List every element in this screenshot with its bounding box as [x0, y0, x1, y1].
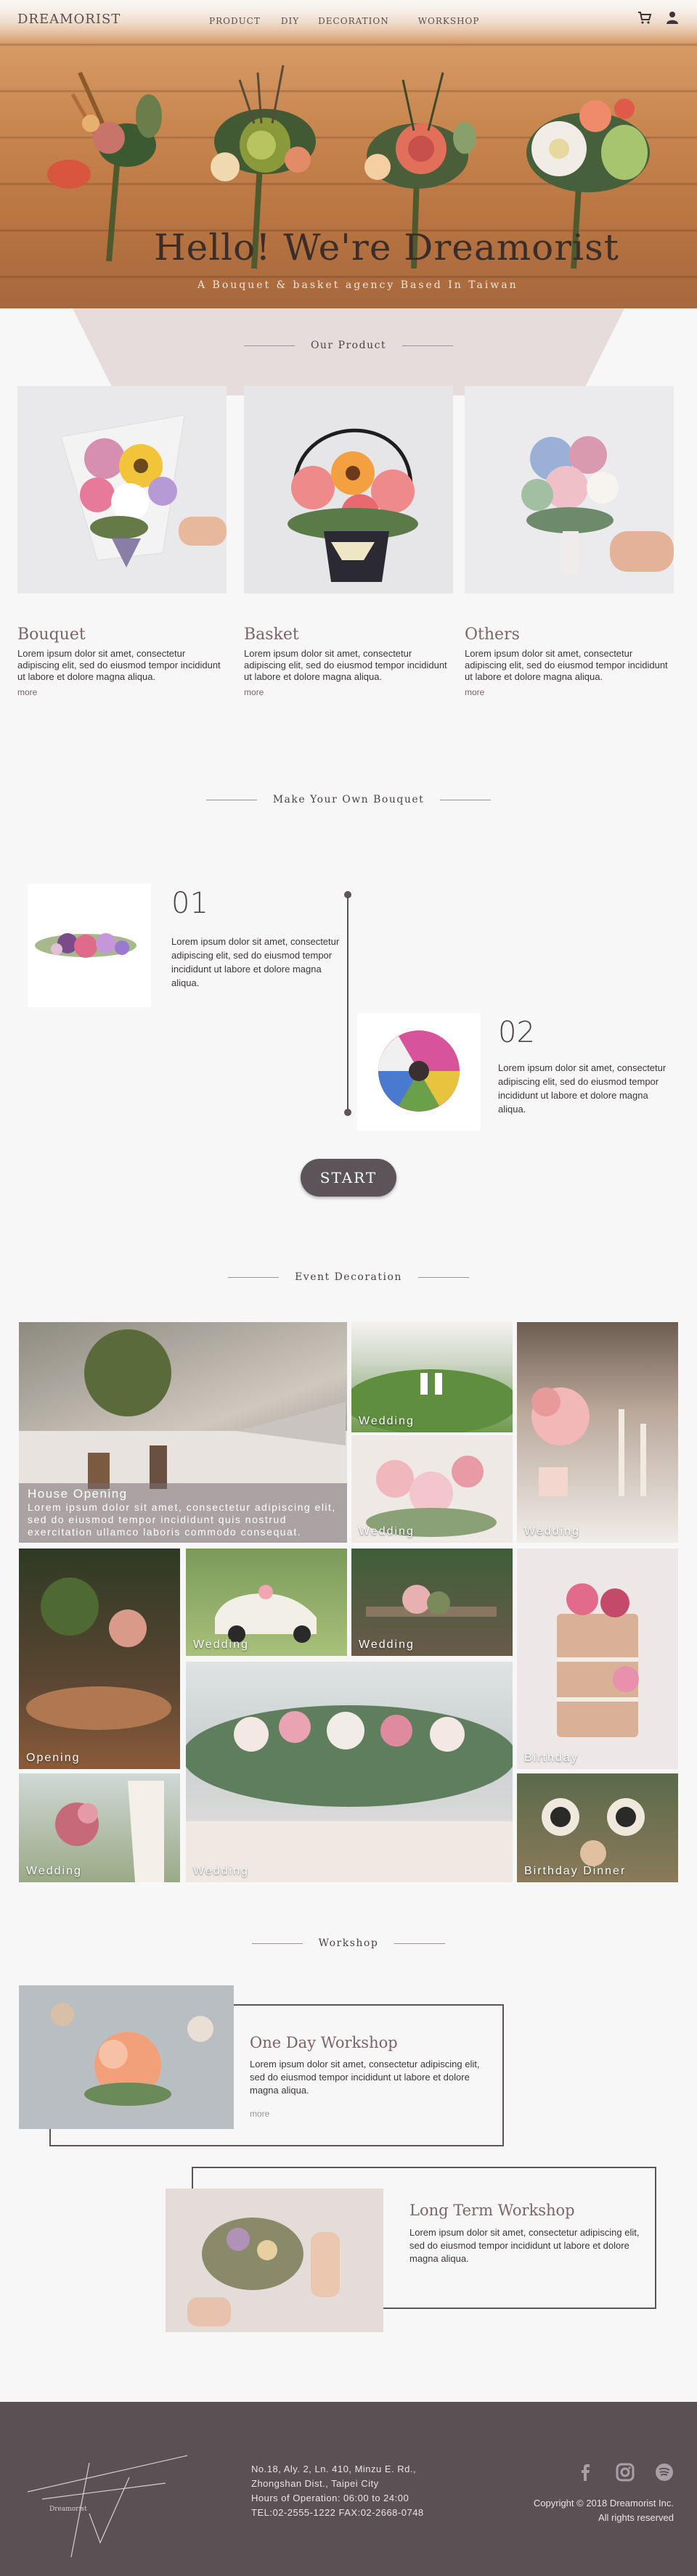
hours-line: Hours of Operation: 06:00 to 24:00: [251, 2493, 409, 2503]
product-desc: Lorem ipsum dolor sit amet, consectetur …: [244, 648, 447, 682]
footer: Dreamorist No.18, Aly. 2, Ln. 410, Minzu…: [0, 2402, 697, 2576]
product-desc: Lorem ipsum dolor sit amet, consectetur …: [17, 648, 221, 682]
step-number: 01: [171, 887, 208, 920]
bouquet-image: [17, 386, 227, 594]
rights-line: All rights reserved: [598, 2512, 674, 2523]
step-text: Lorem ipsum dolor sit amet, consectetur …: [498, 1062, 667, 1115]
product-heading: Our Product: [310, 340, 387, 351]
more-link[interactable]: more: [17, 687, 227, 697]
nav-workshop[interactable]: WORKSHOP: [418, 16, 480, 26]
nav-product[interactable]: PRODUCT: [209, 16, 261, 26]
header-icons: [637, 10, 680, 25]
product-name: Others: [465, 625, 520, 644]
hero-subtitle: A Bouquet & basket agency Based In Taiwa…: [197, 279, 518, 291]
others-image: [465, 386, 674, 594]
event-tile-house-opening[interactable]: House Opening Lorem ipsum dolor sit amet…: [19, 1322, 347, 1543]
event-tile-wedding[interactable]: Wedding: [351, 1322, 513, 1432]
event-tile-wedding-car[interactable]: Wedding: [186, 1549, 347, 1656]
address-line: No.18, Aly. 2, Ln. 410, Minzu E. Rd.,: [251, 2464, 417, 2474]
workshop-desc: Lorem ipsum dolor sit amet, consectetur …: [250, 2059, 480, 2096]
nav-decoration[interactable]: DECORATION: [318, 16, 389, 26]
title-line-left: [251, 1943, 303, 1944]
event-tile-birthday-cake[interactable]: Birthday: [517, 1549, 678, 1769]
basket-image: [244, 386, 453, 594]
spotify-icon[interactable]: [655, 2463, 674, 2482]
step-1-image: [28, 884, 151, 1007]
timeline-dot: [344, 1109, 351, 1116]
one-day-workshop-image: [19, 1985, 234, 2129]
footer-signature-logo: Dreamorist: [27, 2455, 188, 2557]
event-tile-wedding-garland[interactable]: Wedding: [186, 1662, 513, 1882]
title-line-left: [243, 345, 295, 346]
product-name: Bouquet: [17, 625, 86, 644]
facebook-icon[interactable]: [576, 2463, 595, 2482]
hero: Hello! We're Dreamorist A Bouquet & bask…: [0, 0, 697, 308]
workshop-heading: Workshop: [318, 1937, 379, 1949]
more-link[interactable]: more: [244, 687, 453, 697]
tile-label: Opening: [26, 1752, 81, 1764]
hero-title: Hello! We're Dreamorist: [154, 226, 619, 268]
product-card-basket[interactable]: Basket Lorem ipsum dolor sit amet, conse…: [244, 386, 453, 697]
diy-timeline: [344, 891, 351, 1116]
pink-trapezoid-decoration: [73, 308, 624, 395]
user-icon[interactable]: [665, 10, 680, 25]
footer-address: No.18, Aly. 2, Ln. 410, Minzu E. Rd., Zh…: [251, 2462, 424, 2520]
workshop-section-title: Workshop: [0, 1937, 697, 1949]
event-tile-wedding-arch[interactable]: Wedding: [19, 1773, 180, 1882]
event-tile-wedding-roses[interactable]: Wedding: [351, 1435, 513, 1543]
tile-label: Wedding: [359, 1638, 415, 1651]
start-button[interactable]: START: [301, 1159, 396, 1197]
tile-label: Wedding: [359, 1525, 415, 1538]
social-links: [576, 2463, 674, 2482]
feature-title: House Opening: [28, 1487, 128, 1501]
tile-label: Birthday Dinner: [524, 1865, 627, 1877]
copyright-line: Copyright © 2018 Dreamorist Inc.: [533, 2498, 674, 2509]
workshop-desc: Lorem ipsum dolor sit amet, consectetur …: [409, 2227, 640, 2264]
tile-label: Birthday: [524, 1752, 579, 1764]
feature-caption: House Opening Lorem ipsum dolor sit amet…: [19, 1483, 347, 1543]
instagram-icon[interactable]: [616, 2463, 635, 2482]
workshop-title: Long Term Workshop: [409, 2202, 575, 2219]
main-nav: PRODUCT DIY DECORATION WORKSHOP: [209, 16, 508, 26]
step-2-image: [357, 1013, 481, 1131]
product-desc: Lorem ipsum dolor sit amet, consectetur …: [465, 648, 668, 682]
more-link[interactable]: more: [465, 687, 674, 697]
feature-text: Lorem ipsum dolor sit amet, consectetur …: [28, 1501, 336, 1538]
svg-text:Dreamorist: Dreamorist: [49, 2506, 87, 2513]
workshop-title: One Day Workshop: [250, 2034, 398, 2051]
title-line-right: [394, 1943, 446, 1944]
title-line-left: [228, 1276, 280, 1278]
tile-label: Wedding: [193, 1865, 249, 1877]
timeline-dot: [344, 891, 351, 898]
tile-label: Wedding: [193, 1638, 249, 1651]
event-tile-opening[interactable]: Opening: [19, 1549, 180, 1769]
product-section-title: Our Product: [0, 340, 697, 351]
tile-label: Wedding: [359, 1415, 415, 1427]
diy-heading: Make Your Own Bouquet: [272, 794, 425, 805]
event-tile-birthday-dinner[interactable]: Birthday Dinner: [517, 1773, 678, 1882]
product-card-others[interactable]: Others Lorem ipsum dolor sit amet, conse…: [465, 386, 674, 697]
title-line-right: [417, 1276, 469, 1278]
workshop-more-link[interactable]: more: [250, 2109, 269, 2119]
title-line-right: [402, 345, 454, 346]
nav-diy[interactable]: DIY: [281, 16, 299, 26]
step-text: Lorem ipsum dolor sit amet, consectetur …: [171, 936, 340, 988]
address-line: Zhongshan Dist., Taipei City: [251, 2478, 379, 2489]
long-term-workshop-image: [166, 2189, 383, 2332]
product-name: Basket: [244, 625, 299, 644]
event-tile-wedding-bench[interactable]: Wedding: [351, 1549, 513, 1656]
cart-icon[interactable]: [637, 10, 652, 25]
copyright: Copyright © 2018 Dreamorist Inc. All rig…: [534, 2496, 674, 2525]
phone-line: TEL:02-2555-1222 FAX:02-2668-0748: [251, 2507, 424, 2518]
step-number: 02: [498, 1016, 535, 1049]
logo[interactable]: DREAMORIST: [17, 12, 121, 27]
event-section-title: Event Decoration: [0, 1271, 697, 1283]
diy-section-title: Make Your Own Bouquet: [0, 794, 697, 805]
header: DREAMORIST PRODUCT DIY DECORATION WORKSH…: [0, 0, 697, 41]
event-heading: Event Decoration: [295, 1271, 402, 1283]
tile-label: Wedding: [524, 1525, 580, 1538]
event-tile-wedding-table[interactable]: Wedding: [517, 1322, 678, 1543]
tile-label: Wedding: [26, 1865, 82, 1877]
product-card-bouquet[interactable]: Bouquet Lorem ipsum dolor sit amet, cons…: [17, 386, 227, 697]
